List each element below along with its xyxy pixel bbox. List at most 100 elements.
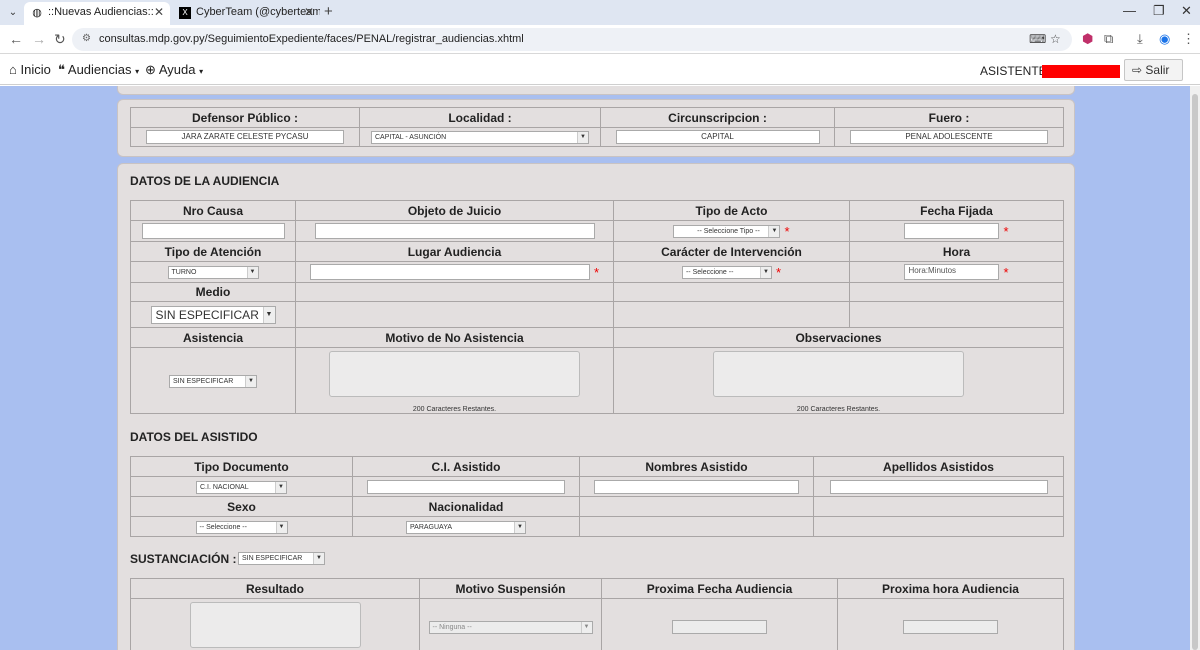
fecha-fijada-input[interactable]: [904, 223, 1000, 239]
hora-input[interactable]: Hora:Minutos: [904, 264, 1000, 280]
tipo-acto-select[interactable]: -- Seleccione Tipo -- ▼: [673, 224, 781, 238]
star-icon[interactable]: ☆: [1050, 32, 1061, 46]
close-tab-icon[interactable]: ✕: [154, 2, 164, 23]
sign-out-icon: ⇨: [1132, 63, 1143, 77]
tipo-documento-select[interactable]: C.I. NACIONAL ▼: [196, 480, 287, 494]
label-caracter-intervencion: Carácter de Intervención: [613, 241, 850, 262]
shield-extension-icon[interactable]: ⬢: [1082, 31, 1093, 47]
reload-icon[interactable]: ↻: [54, 31, 66, 47]
header-circunscripcion: Circunscripcion :: [600, 107, 835, 128]
label-tipo-acto: Tipo de Acto: [613, 200, 850, 221]
caracter-intervencion-select[interactable]: -- Seleccione -- ▼: [681, 265, 772, 279]
localidad-value: CAPITAL - ASUNCIÓN: [375, 134, 447, 142]
tab-nuevas-audiencias[interactable]: ◍ ::Nuevas Audiencias:: ✕: [24, 2, 170, 25]
x-favicon-icon: X: [179, 7, 191, 19]
nacionalidad-select[interactable]: PARAGUAYA ▼: [406, 520, 526, 534]
sustanciacion-value: SIN ESPECIFICAR: [242, 555, 303, 562]
label-objeto-juicio: Objeto de Juicio: [295, 200, 614, 221]
restore-icon[interactable]: ❐: [1153, 3, 1165, 19]
localidad-select[interactable]: CAPITAL - ASUNCIÓN ▼: [371, 131, 589, 145]
required-mark: *: [1003, 223, 1009, 239]
salir-button[interactable]: ⇨ Salir: [1124, 59, 1183, 81]
proxima-fecha-input[interactable]: [672, 619, 767, 634]
ci-asistido-input[interactable]: [367, 479, 565, 494]
asistente-name-redacted: [1042, 65, 1120, 78]
objeto-juicio-input[interactable]: [314, 223, 595, 239]
nav-inicio[interactable]: ⌂ Inicio: [9, 62, 51, 77]
asistencia-value: SIN ESPECIFICAR: [173, 377, 234, 385]
nombres-asistido-input[interactable]: [594, 479, 799, 494]
forward-icon[interactable]: →: [32, 31, 46, 47]
caracter-value: -- Seleccione --: [685, 268, 734, 276]
proxima-hora-input[interactable]: [903, 619, 998, 634]
sexo-select[interactable]: -- Seleccione -- ▼: [195, 520, 288, 534]
tipo-documento-value: C.I. NACIONAL: [200, 483, 249, 491]
tipo-atencion-value: TURNO: [171, 269, 197, 277]
fuero-field[interactable]: PENAL ADOLESCENTE: [850, 130, 1048, 145]
header-localidad: Localidad :: [359, 107, 601, 128]
menu-icon[interactable]: ⋮: [1182, 31, 1195, 47]
caret-down-icon: ▾: [199, 67, 204, 76]
tab-search-chevron-icon[interactable]: ⌄: [4, 4, 22, 21]
browser-toolbar: ← → ↻ ⚙ consultas.mdp.gov.py/Seguimiento…: [0, 25, 1200, 54]
label-hora: Hora: [849, 241, 1064, 262]
sustanciacion-table: Resultado Motivo Suspensión Proxima Fech…: [130, 578, 1064, 650]
tab-title: CyberTeam (@cyberteam2009): [196, 6, 320, 18]
chevron-down-icon: ▼: [759, 266, 771, 278]
nro-causa-input[interactable]: [141, 223, 285, 239]
nav-audiencias[interactable]: ❝ Audiencias ▾: [58, 62, 139, 78]
defensor-table: Defensor Público : Localidad : Circunscr…: [130, 107, 1064, 147]
label-proxima-fecha: Proxima Fecha Audiencia: [601, 578, 838, 599]
chevron-down-icon: ▼: [275, 481, 286, 493]
panel-defensor: Defensor Público : Localidad : Circunscr…: [117, 99, 1075, 157]
label-apellidos-asistidos: Apellidos Asistidos: [813, 456, 1064, 477]
label-motivo-no-asistencia: Motivo de No Asistencia: [295, 327, 614, 348]
chevron-down-icon: ▼: [275, 521, 287, 533]
site-info-icon[interactable]: ⚙: [82, 33, 91, 44]
close-window-icon[interactable]: ✕: [1181, 3, 1192, 19]
scrollbar-thumb[interactable]: [1192, 94, 1198, 650]
required-mark: *: [775, 264, 782, 280]
chevron-down-icon: ▼: [262, 306, 275, 323]
tipo-atencion-select[interactable]: TURNO ▼: [167, 266, 259, 280]
sustanciacion-select[interactable]: SIN ESPECIFICAR ▼: [238, 552, 325, 565]
nav-ayuda[interactable]: ⊕ Ayuda ▾: [145, 62, 203, 78]
nav-ayuda-label: Ayuda: [158, 62, 196, 77]
new-tab-icon[interactable]: +: [324, 3, 333, 20]
tab-cyberteam[interactable]: X CyberTeam (@cyberteam2009) ✕: [172, 2, 320, 25]
download-icon[interactable]: ⤓: [1137, 31, 1143, 47]
comments-icon: ❝: [58, 62, 65, 77]
asistido-table: Tipo Documento C.I. Asistido Nombres Asi…: [130, 456, 1064, 537]
motivo-suspension-select[interactable]: -- Ninguna -- ▼: [428, 620, 593, 634]
motivo-no-asistencia-textarea[interactable]: [329, 350, 580, 397]
sustanciacion-label: SUSTANCIACIÓN :: [130, 552, 237, 566]
medio-select[interactable]: SIN ESPECIFICAR ▼: [150, 305, 276, 324]
page-scrollbar[interactable]: [1190, 86, 1200, 650]
label-tipo-atencion: Tipo de Atención: [130, 241, 296, 262]
label-nacionalidad: Nacionalidad: [352, 496, 580, 517]
observaciones-textarea[interactable]: [713, 350, 964, 397]
motivo-remaining-counter: 200 Caracteres Restantes.: [412, 405, 497, 413]
address-bar[interactable]: ⚙ consultas.mdp.gov.py/SeguimientoExpedi…: [72, 28, 1072, 51]
resultado-textarea[interactable]: [189, 602, 361, 648]
defensor-field[interactable]: JARA ZARATE CELESTE PYCASU: [146, 130, 344, 145]
minimize-icon[interactable]: —: [1123, 3, 1136, 18]
circunscripcion-field[interactable]: CAPITAL: [615, 130, 820, 145]
label-nro-causa: Nro Causa: [130, 200, 296, 221]
apellidos-asistidos-input[interactable]: [829, 479, 1048, 494]
label-nombres-asistido: Nombres Asistido: [579, 456, 814, 477]
chevron-down-icon: ▼: [246, 267, 258, 279]
lugar-audiencia-input[interactable]: [309, 264, 590, 280]
translate-icon[interactable]: ⌨: [1029, 32, 1046, 46]
label-lugar-audiencia: Lugar Audiencia: [295, 241, 614, 262]
close-tab-icon[interactable]: ✕: [304, 2, 314, 23]
label-motivo-suspension: Motivo Suspensión: [419, 578, 602, 599]
required-mark: *: [1003, 264, 1009, 280]
asistencia-select[interactable]: SIN ESPECIFICAR ▼: [169, 374, 257, 388]
label-ci-asistido: C.I. Asistido: [352, 456, 580, 477]
back-icon[interactable]: ←: [9, 31, 23, 47]
url-text: consultas.mdp.gov.py/SeguimientoExpedien…: [99, 33, 524, 45]
extension-icon[interactable]: ⧉: [1104, 31, 1113, 47]
profile-icon[interactable]: ◉: [1159, 31, 1170, 47]
tab-title: ::Nuevas Audiencias::: [48, 6, 154, 18]
